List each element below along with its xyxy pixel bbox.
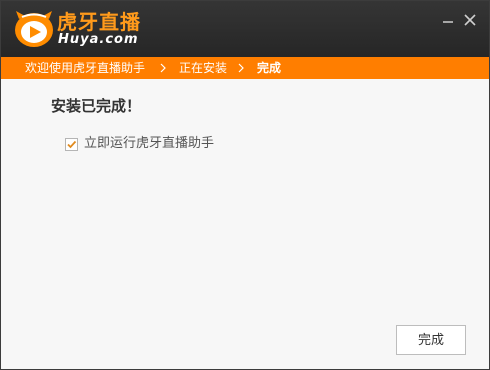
step-progress-bar: 欢迎使用虎牙直播助手 正在安装 完成 [1, 57, 489, 79]
brand-url: Huya.com [58, 32, 139, 47]
run-now-checkbox[interactable] [65, 138, 78, 151]
step-installing: 正在安装 [179, 61, 228, 75]
title-bar[interactable]: 虎牙直播 Huya.com [1, 1, 489, 57]
step-complete: 完成 [257, 61, 282, 75]
checkmark-icon [67, 140, 77, 149]
huya-mascot-icon [15, 11, 53, 47]
close-button[interactable] [461, 11, 479, 29]
huya-logo: 虎牙直播 Huya.com [13, 7, 140, 51]
chevron-right-icon [160, 63, 166, 73]
minimize-button[interactable] [439, 11, 457, 29]
minimize-icon [443, 21, 453, 23]
chevron-right-icon [238, 63, 244, 73]
finish-button[interactable]: 完成 [396, 325, 466, 355]
step-welcome: 欢迎使用虎牙直播助手 [25, 61, 146, 75]
brand-name: 虎牙直播 [57, 10, 141, 34]
close-icon [464, 14, 476, 26]
installer-window: 虎牙直播 Huya.com 欢迎使用虎牙直播助手 正在安装 完成 安装已完成！ [0, 0, 490, 370]
run-now-label[interactable]: 立即运行虎牙直播助手 [84, 135, 214, 153]
install-complete-heading: 安装已完成！ [51, 97, 142, 115]
content-area: 安装已完成！ 立即运行虎牙直播助手 完成 [1, 79, 489, 369]
